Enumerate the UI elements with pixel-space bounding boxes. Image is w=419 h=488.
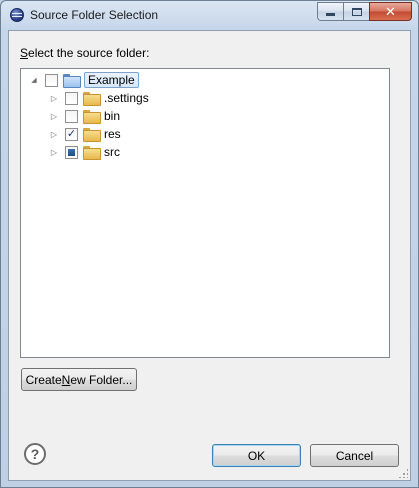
- maximize-icon: [351, 7, 362, 16]
- prompt-text: elect the source folder:: [28, 46, 150, 60]
- folder-icon: [83, 146, 101, 160]
- resize-grip[interactable]: [398, 468, 408, 478]
- dialog-body: Select the source folder: ◢ Example ▷ .s…: [8, 30, 411, 481]
- window-title: Source Folder Selection: [30, 8, 159, 22]
- tree-label-root[interactable]: Example: [84, 72, 139, 88]
- expand-icon[interactable]: ▷: [49, 147, 59, 157]
- close-icon: ✕: [385, 3, 396, 19]
- root-checkbox[interactable]: [45, 73, 58, 87]
- minimize-button[interactable]: [317, 2, 343, 21]
- create-new-folder-button[interactable]: Create New Folder...: [21, 368, 137, 391]
- prompt-mnemonic: S: [20, 46, 29, 60]
- eclipse-app-icon: [10, 8, 24, 22]
- tree-row-src[interactable]: ▷ src: [49, 143, 120, 161]
- tree-label-src[interactable]: src: [104, 145, 120, 159]
- dialog-window: Source Folder Selection ✕ Select the sou…: [0, 0, 419, 488]
- expand-icon[interactable]: ▷: [49, 93, 59, 103]
- tree-label-res[interactable]: res: [104, 127, 121, 141]
- folder-icon: [83, 92, 101, 106]
- maximize-button[interactable]: [343, 2, 369, 21]
- collapse-icon[interactable]: ◢: [29, 75, 39, 85]
- tree-label-settings[interactable]: .settings: [104, 91, 149, 105]
- ok-button[interactable]: OK: [212, 444, 301, 467]
- tree-row-settings[interactable]: ▷ .settings: [49, 89, 149, 107]
- checkmark-icon: ✓: [66, 127, 77, 140]
- create-label-mnemonic: N: [61, 372, 71, 387]
- prompt-label: Select the source folder:: [20, 46, 149, 60]
- tree-row-root[interactable]: ◢ Example: [29, 71, 139, 89]
- cancel-button[interactable]: Cancel: [310, 444, 399, 467]
- caption-buttons: ✕: [317, 2, 412, 21]
- settings-checkbox[interactable]: [65, 91, 78, 105]
- tree-row-bin[interactable]: ▷ bin: [49, 107, 120, 125]
- src-checkbox[interactable]: [65, 145, 78, 159]
- res-checkbox[interactable]: ✓: [65, 127, 78, 141]
- minimize-icon: [326, 13, 335, 16]
- expand-icon[interactable]: ▷: [49, 129, 59, 139]
- folder-tree[interactable]: ◢ Example ▷ .settings ▷ bin ▷ ✓ res ▷ sr…: [20, 68, 390, 358]
- folder-icon: [83, 128, 101, 142]
- tree-label-bin[interactable]: bin: [104, 109, 120, 123]
- close-button[interactable]: ✕: [369, 2, 412, 21]
- help-icon[interactable]: ?: [24, 443, 46, 465]
- expand-icon[interactable]: ▷: [49, 111, 59, 121]
- open-folder-icon: [63, 74, 81, 88]
- folder-icon: [83, 110, 101, 124]
- tree-row-res[interactable]: ▷ ✓ res: [49, 125, 121, 143]
- bin-checkbox[interactable]: [65, 109, 78, 123]
- create-label-post: ew Folder...: [70, 372, 133, 387]
- title-bar[interactable]: Source Folder Selection ✕: [1, 1, 418, 29]
- create-label-pre: Create: [25, 372, 62, 387]
